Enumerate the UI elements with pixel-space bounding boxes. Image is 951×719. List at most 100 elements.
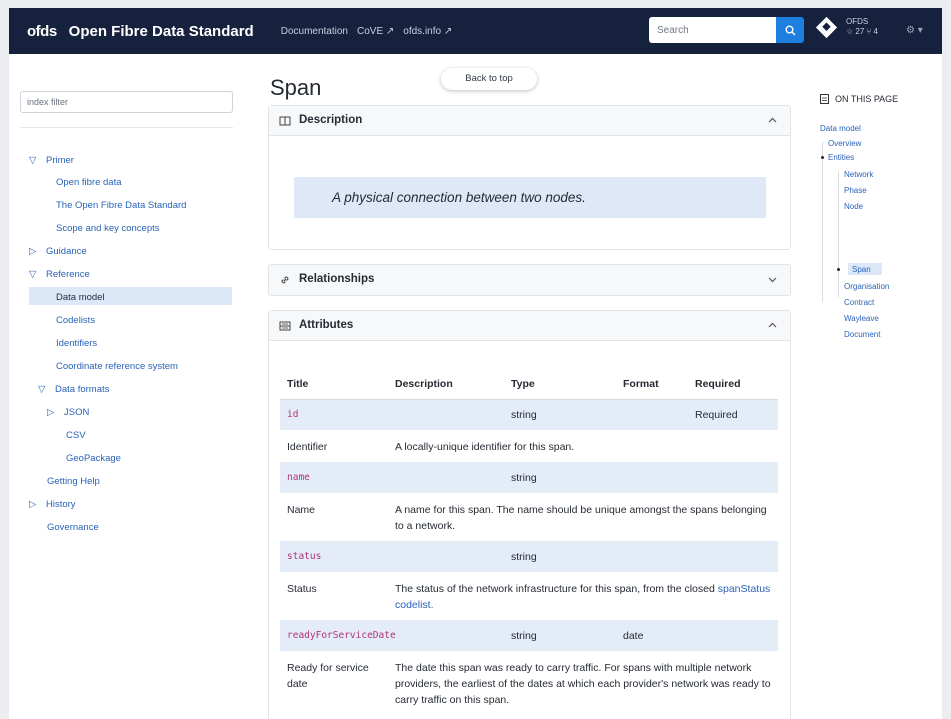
attributes-table: Title Description Type Format Required i… xyxy=(280,370,778,715)
chevron-up-icon[interactable] xyxy=(767,115,778,126)
relationships-panel[interactable]: Relationships xyxy=(268,264,791,296)
toc-item-contract[interactable]: Contract xyxy=(844,298,874,307)
toc-item-entities[interactable]: Entities xyxy=(828,153,854,162)
sidebar-item-reference[interactable]: Reference xyxy=(46,269,90,280)
property-type: string xyxy=(504,541,616,572)
table-row: Identifier A locally-unique identifier f… xyxy=(280,430,778,462)
sidebar-item-primer[interactable]: Primer xyxy=(46,155,74,166)
property-description-cell: The status of the network infrastructure… xyxy=(388,572,778,620)
sidebar-item-csv[interactable]: CSV xyxy=(66,430,86,441)
toc-item-node[interactable]: Node xyxy=(844,202,863,211)
toc-current-dot xyxy=(837,268,840,271)
column-header-format: Format xyxy=(616,370,688,400)
left-sidebar: index filter ▽ Primer Open fibre data Th… xyxy=(9,54,245,719)
document-icon xyxy=(820,94,829,104)
property-type: string xyxy=(504,462,616,493)
toc-guide-line xyxy=(822,142,823,302)
property-format xyxy=(616,462,688,493)
main-content: Span Back to top Description A physical … xyxy=(245,54,802,719)
relationships-header[interactable]: Relationships xyxy=(269,265,790,295)
settings-gear-icon[interactable]: ⚙ ▾ xyxy=(906,25,923,36)
index-filter-input[interactable]: index filter xyxy=(20,91,233,113)
table-row: Ready for service date The date this spa… xyxy=(280,651,778,715)
repo-name: OFDS xyxy=(846,17,869,26)
sidebar-item-scope[interactable]: Scope and key concepts xyxy=(56,223,160,234)
sidebar-item-json[interactable]: JSON xyxy=(64,407,89,418)
description-panel: Description A physical connection betwee… xyxy=(268,105,791,250)
nav-documentation[interactable]: Documentation xyxy=(281,26,348,37)
property-description: The status of the network infrastructure… xyxy=(395,583,715,595)
table-row: Status The status of the network infrast… xyxy=(280,572,778,620)
toc-item-span[interactable]: Span xyxy=(852,265,871,274)
site-title[interactable]: Open Fibre Data Standard xyxy=(69,23,254,40)
sidebar-item-codelists[interactable]: Codelists xyxy=(56,315,95,326)
sidebar-toggle-json[interactable]: ▷ xyxy=(47,407,54,418)
sidebar-item-geopackage[interactable]: GeoPackage xyxy=(66,453,121,464)
nav-cove[interactable]: CoVE ↗ xyxy=(357,26,394,37)
on-this-page-toc: ON THIS PAGE Data model Overview Entitie… xyxy=(802,54,942,719)
description-header[interactable]: Description xyxy=(269,106,790,136)
sidebar-toggle-reference[interactable]: ▽ xyxy=(29,269,36,280)
sidebar-item-governance[interactable]: Governance xyxy=(47,522,99,533)
sidebar-item-data-formats[interactable]: Data formats xyxy=(55,384,109,395)
toc-item-network[interactable]: Network xyxy=(844,170,873,179)
column-header-title: Title xyxy=(280,370,388,400)
divider xyxy=(20,127,233,128)
property-type: string xyxy=(504,399,616,430)
search-button[interactable] xyxy=(776,17,804,43)
property-code: id xyxy=(280,399,504,430)
toc-item-data-model[interactable]: Data model xyxy=(820,124,861,133)
page-title: Span xyxy=(270,75,322,100)
toc-item-wayleave[interactable]: Wayleave xyxy=(844,314,879,323)
property-required xyxy=(688,462,778,493)
table-row: Name A name for this span. The name shou… xyxy=(280,493,778,541)
property-format: date xyxy=(616,620,688,651)
sidebar-item-the-ofds[interactable]: The Open Fibre Data Standard xyxy=(56,200,186,211)
sidebar-item-open-fibre-data[interactable]: Open fibre data xyxy=(56,177,122,188)
table-row: id string Required xyxy=(280,399,778,430)
attributes-header[interactable]: Attributes xyxy=(269,311,790,341)
column-header-required: Required xyxy=(688,370,778,400)
property-title: Identifier xyxy=(280,430,388,462)
sidebar-toggle-data-formats[interactable]: ▽ xyxy=(38,384,45,395)
toc-guide-line xyxy=(838,172,839,297)
toc-item-overview[interactable]: Overview xyxy=(828,139,861,148)
toc-current-dot xyxy=(821,156,824,159)
nav-ofds-info[interactable]: ofds.info ↗ xyxy=(403,26,452,37)
table-row: status string xyxy=(280,541,778,572)
site-logo[interactable]: ofds xyxy=(27,23,57,40)
column-header-description: Description xyxy=(388,370,504,400)
book-icon xyxy=(279,116,291,126)
toc-item-document[interactable]: Document xyxy=(844,330,880,339)
property-format xyxy=(616,399,688,430)
search-input[interactable]: Search xyxy=(649,17,776,43)
sidebar-toggle-primer[interactable]: ▽ xyxy=(29,155,36,166)
property-description: A locally-unique identifier for this spa… xyxy=(388,430,778,462)
top-navbar: ofds Open Fibre Data Standard Documentat… xyxy=(9,8,942,54)
sidebar-item-identifiers[interactable]: Identifiers xyxy=(56,338,97,349)
link-icon xyxy=(281,276,289,284)
property-title: Status xyxy=(280,572,388,620)
description-text: A physical connection between two nodes. xyxy=(332,190,586,205)
description-callout: A physical connection between two nodes. xyxy=(294,177,766,218)
repo-stats: ☆ 27 ⑂ 4 xyxy=(846,27,878,36)
chevron-up-icon[interactable] xyxy=(767,320,778,331)
sidebar-item-data-model[interactable]: Data model xyxy=(56,292,105,303)
chevron-down-icon[interactable] xyxy=(767,274,778,285)
attributes-panel: Attributes Title Description Type Format… xyxy=(268,310,791,719)
property-description: The date this span was ready to carry tr… xyxy=(388,651,778,715)
property-required: Required xyxy=(688,399,778,430)
toc-item-organisation[interactable]: Organisation xyxy=(844,282,889,291)
back-to-top-button[interactable]: Back to top xyxy=(441,68,537,90)
sidebar-toggle-guidance[interactable]: ▷ xyxy=(29,246,36,257)
sidebar-item-getting-help[interactable]: Getting Help xyxy=(47,476,100,487)
toc-heading: ON THIS PAGE xyxy=(835,94,899,104)
toc-item-phase[interactable]: Phase xyxy=(844,186,867,195)
sidebar-toggle-history[interactable]: ▷ xyxy=(29,499,36,510)
git-icon xyxy=(815,16,838,38)
sidebar-item-history[interactable]: History xyxy=(46,499,76,510)
repo-link[interactable]: OFDS ☆ 27 ⑂ 4 xyxy=(815,16,878,38)
description-heading: Description xyxy=(299,114,363,126)
sidebar-item-guidance[interactable]: Guidance xyxy=(46,246,87,257)
sidebar-item-crs[interactable]: Coordinate reference system xyxy=(56,361,178,372)
